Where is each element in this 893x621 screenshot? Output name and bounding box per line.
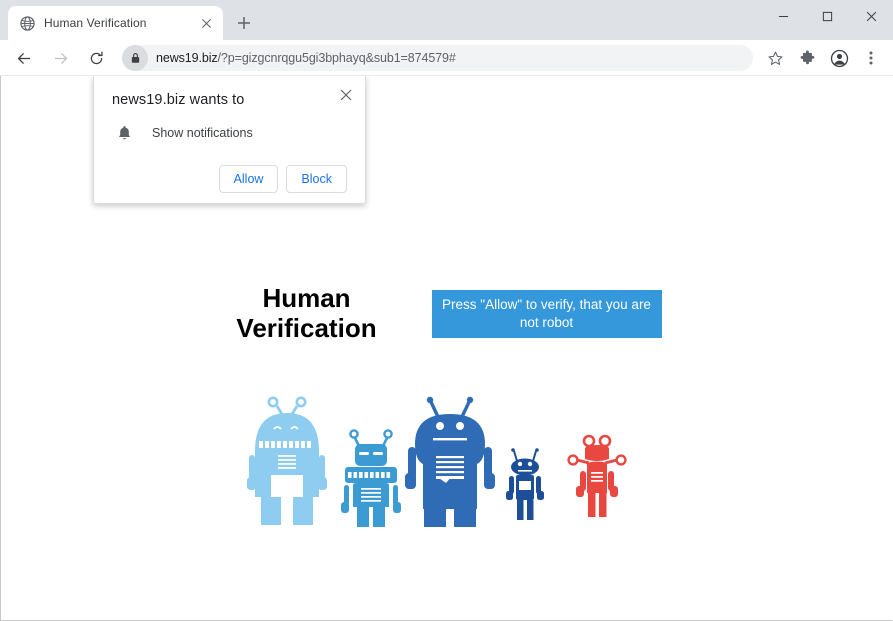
robot-figure-5 [566, 434, 627, 517]
permission-label: Show notifications [152, 126, 253, 140]
verify-cta-button[interactable]: Press "Allow" to verify, that you are no… [431, 289, 662, 339]
permission-row: Show notifications [112, 123, 349, 143]
page-viewport: Human Verification Press "Allow" to veri… [0, 76, 893, 621]
globe-icon [19, 15, 35, 31]
tab-human-verification[interactable]: Human Verification [8, 6, 223, 40]
url-path: /?p=gizgcnrqgu5gi3bphayq&sub1=874579# [217, 51, 456, 65]
tab-strip: Human Verification [0, 0, 893, 40]
block-button[interactable]: Block [286, 165, 347, 193]
heading-line-1: Human [262, 283, 351, 313]
new-tab-icon[interactable] [230, 9, 258, 37]
robot-figure-4 [505, 447, 544, 520]
address-bar[interactable]: news19.biz/?p=gizgcnrqgu5gi3bphayq&sub1=… [122, 45, 753, 71]
extensions-puzzle-icon[interactable] [793, 44, 821, 72]
close-window-icon[interactable] [849, 0, 893, 32]
maximize-icon[interactable] [805, 0, 849, 32]
dialog-actions: Allow Block [112, 165, 349, 193]
chrome-menu-icon[interactable] [857, 44, 885, 72]
dialog-close-icon[interactable] [335, 84, 357, 106]
window-controls [761, 0, 893, 32]
forward-icon [46, 44, 74, 72]
url-text: news19.biz/?p=gizgcnrqgu5gi3bphayq&sub1=… [148, 51, 743, 65]
minimize-icon[interactable] [761, 0, 805, 32]
robots-illustration [246, 396, 627, 527]
tab-title: Human Verification [44, 16, 147, 30]
robot-figure-2 [340, 428, 401, 527]
browser-toolbar: news19.biz/?p=gizgcnrqgu5gi3bphayq&sub1=… [0, 40, 893, 76]
heading-line-2: Verification [236, 312, 377, 343]
robot-figure-3 [404, 396, 495, 527]
page-heading: Human Verification [232, 283, 382, 344]
hero-row: Human Verification Press "Allow" to veri… [232, 283, 662, 344]
bookmark-star-icon[interactable] [761, 44, 789, 72]
lock-icon[interactable] [122, 45, 148, 71]
url-host: news19.biz [156, 51, 218, 65]
reload-icon[interactable] [82, 44, 110, 72]
dialog-title: news19.biz wants to [112, 92, 245, 108]
notification-permission-dialog: news19.biz wants to Show notifications A [93, 76, 366, 204]
close-icon[interactable] [197, 14, 215, 32]
browser-window: Human Verification news19.biz/?p=gizgcnr… [0, 0, 893, 621]
robot-figure-1 [246, 396, 327, 525]
profile-avatar-icon[interactable] [825, 44, 853, 72]
allow-button[interactable]: Allow [218, 165, 279, 193]
bell-icon [114, 123, 134, 143]
back-icon[interactable] [10, 44, 38, 72]
